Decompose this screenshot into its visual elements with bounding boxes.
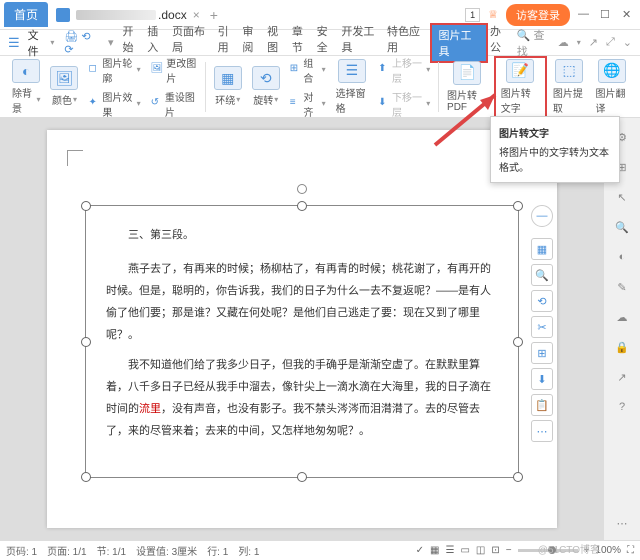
float-toolbar: ▦ 🔍 ⟲ ✂ ⊞ ⬇ 📋 ⋯ (531, 238, 553, 442)
pencil-icon[interactable]: ✎ (613, 278, 631, 296)
outline-button[interactable]: ◻图片轮廓▾ (88, 55, 140, 85)
export-tool-icon[interactable]: ⬇ (531, 368, 553, 390)
status-section: 节: 1/1 (97, 543, 126, 558)
rotate-tool-icon[interactable]: ⟲ (531, 290, 553, 312)
more-tool-icon[interactable]: ⋯ (531, 420, 553, 442)
paragraph-1: 燕子去了，有再来的时候；杨柳枯了，有再青的时候；桃花谢了，有再开的时候。但是，聪… (106, 258, 498, 346)
tooltip: 图片转文字 将图片中的文字转为文本格式。 (490, 116, 620, 183)
view-icon[interactable]: ▭ (460, 545, 469, 556)
resize-handle[interactable] (513, 472, 523, 482)
doc-name-blur (76, 10, 156, 20)
home-tab[interactable]: 首页 (4, 2, 48, 27)
guest-login-button[interactable]: 访客登录 (506, 4, 570, 26)
image-content: 三、第三段。 燕子去了，有再来的时候；杨柳枯了，有再青的时候；桃花谢了，有再开的… (86, 206, 518, 468)
reset-image-button[interactable]: ↺重设图片 (151, 89, 197, 119)
add-tab-icon[interactable]: + (210, 7, 218, 23)
resize-handle[interactable] (513, 201, 523, 211)
image-extract-button[interactable]: ⬚图片提取 (549, 59, 590, 115)
file-menu[interactable]: 文件▾ (28, 27, 55, 59)
fullscreen-icon[interactable]: ⛶ (627, 545, 634, 556)
selection-pane-button[interactable]: ☰选择窗格 (332, 59, 373, 115)
zoom-tool-icon[interactable]: 🔍 (531, 264, 553, 286)
view-icon[interactable]: ☰ (445, 545, 454, 556)
zoom-out[interactable]: − (506, 545, 512, 556)
counter-badge: 1 (465, 8, 480, 22)
resize-handle[interactable] (297, 472, 307, 482)
more-icon[interactable]: ⋯ (613, 514, 631, 532)
wrap-button[interactable]: ▦环绕▾ (210, 66, 246, 107)
color-button[interactable]: 🖼颜色▾ (46, 66, 82, 107)
resize-handle[interactable] (513, 337, 523, 347)
view-icon[interactable]: ◫ (476, 545, 485, 556)
paragraph-2: 我不知道他们给了我多少日子，但我的手确乎是渐渐空虚了。在默默里算着，八千多日子已… (106, 354, 498, 442)
cloud-icon[interactable]: ☁ (613, 308, 631, 326)
copy-tool-icon[interactable]: 📋 (531, 394, 553, 416)
bring-forward-button: ⬆上移一层▾ (378, 55, 430, 85)
group-button[interactable]: ⊞组合▾ (290, 55, 326, 85)
status-page: 页码: 1 (6, 543, 37, 558)
remove-bg-button[interactable]: ◐除背景▾ (8, 59, 44, 115)
crop-tool-icon[interactable]: ✂ (531, 316, 553, 338)
tooltip-title: 图片转文字 (499, 125, 611, 140)
share-icon[interactable]: ↗ (589, 36, 598, 49)
change-image-button[interactable]: 🖼更改图片 (151, 55, 197, 85)
watermark: @51CTO博客 (538, 541, 600, 556)
status-pages: 页面: 1/1 (47, 543, 86, 558)
word-icon (56, 8, 70, 22)
close-icon[interactable]: ✕ (622, 8, 636, 22)
quick-save-icons[interactable]: 🖨 ⟲ ⟳ (64, 30, 101, 56)
doc-ext: .docx (158, 8, 187, 22)
cloud-icon[interactable]: ☁ (558, 36, 569, 49)
share-icon[interactable]: ↗ (613, 368, 631, 386)
crown-icon[interactable]: ♕ (488, 8, 498, 21)
tab-review[interactable]: 审阅 (240, 23, 265, 63)
close-tab-icon[interactable]: × (193, 8, 200, 22)
collapse-icon[interactable]: ⤢ (606, 36, 615, 49)
status-pos: 设置值: 3厘米 (136, 543, 197, 558)
heading: 三、第三段。 (106, 224, 498, 246)
ribbon: ◐除背景▾ 🖼颜色▾ ◻图片轮廓▾ ✦图片效果▾ 🖼更改图片 ↺重设图片 ▦环绕… (0, 56, 640, 118)
float-close-button[interactable]: — (531, 205, 553, 227)
status-col: 列: 1 (238, 543, 259, 558)
menubar: ☰ 文件▾ 🖨 ⟲ ⟳ ▾ 开始 插入 页面布局 引用 审阅 视图 章节 安全 … (0, 30, 640, 56)
resize-handle[interactable] (81, 472, 91, 482)
spell-icon[interactable]: ✓ (416, 545, 424, 556)
view-icon[interactable]: ⊡ (491, 545, 499, 556)
resize-handle[interactable] (81, 337, 91, 347)
effects-button[interactable]: ✦图片效果▾ (88, 89, 140, 119)
view-icon[interactable]: ▦ (430, 545, 439, 556)
adjust-tool-icon[interactable]: ⊞ (531, 342, 553, 364)
tab-image-tools[interactable]: 图片工具 (430, 23, 488, 63)
clock-icon[interactable]: ◐ (613, 248, 631, 266)
tab-ref[interactable]: 引用 (216, 23, 241, 63)
search-icon[interactable]: 🔍 (613, 218, 631, 236)
search-label[interactable]: 🔍 查找 (517, 27, 550, 59)
margin-corner-icon (67, 150, 83, 166)
cursor-icon[interactable]: ↖ (613, 188, 631, 206)
layout-tool-icon[interactable]: ▦ (531, 238, 553, 260)
maximize-icon[interactable]: ☐ (600, 8, 614, 22)
align-button[interactable]: ≡对齐▾ (290, 89, 326, 119)
page[interactable]: 三、第三段。 燕子去了，有再来的时候；杨柳枯了，有再青的时候；桃花谢了，有再开的… (47, 130, 557, 528)
image-translate-button[interactable]: 🌐图片翻译 (591, 59, 632, 115)
resize-handle[interactable] (81, 201, 91, 211)
selected-image-frame[interactable]: 三、第三段。 燕子去了，有再来的时候；杨柳枯了，有再青的时候；桃花谢了，有再开的… (85, 205, 519, 478)
resize-handle[interactable] (297, 201, 307, 211)
caret-icon[interactable]: ⌄ (623, 36, 632, 49)
tooltip-desc: 将图片中的文字转为文本格式。 (499, 144, 611, 174)
send-backward-button: ⬇下移一层▾ (378, 89, 430, 119)
menu-grid-icon[interactable]: ☰ (8, 35, 20, 51)
minimize-icon[interactable]: — (578, 8, 592, 22)
rotate-button[interactable]: ⟲旋转▾ (248, 66, 284, 107)
lock-icon[interactable]: 🔒 (613, 338, 631, 356)
document-tab[interactable]: .docx × (56, 8, 200, 22)
status-line: 行: 1 (207, 543, 228, 558)
rotate-handle[interactable] (297, 184, 307, 194)
help-icon[interactable]: ? (613, 398, 631, 416)
